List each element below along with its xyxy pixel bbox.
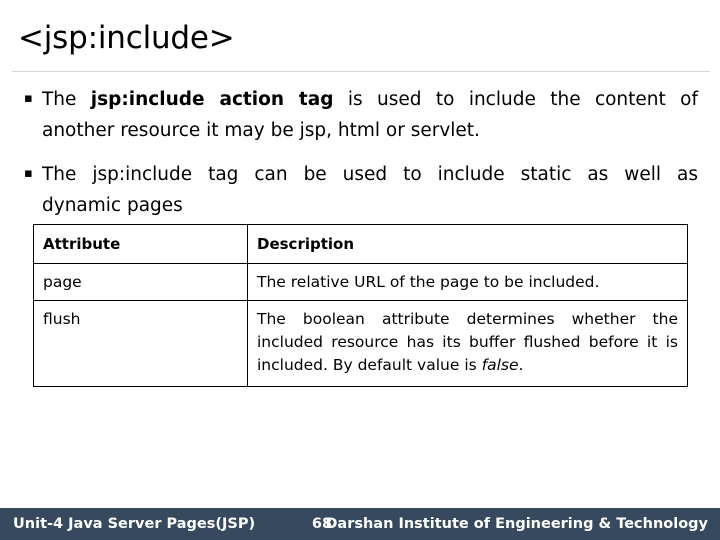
bullet-1-bold: jsp:include action tag [90,89,334,110]
description-flush-trailing-period: . [518,356,524,374]
bullet-2-line1: The jsp:include tag can be used to inclu… [42,164,698,185]
bullet-1-pre: The [42,89,91,110]
bullet-1-post: is used to include the content of [333,89,698,110]
title-divider [12,71,710,72]
description-flush-line-2: included resource has its buffer flushed… [257,333,678,351]
square-bullet-icon: ▪ [24,91,33,106]
slide-canvas: <jsp:include> ▪ The jsp:include action t… [0,0,720,540]
description-flush-line-3-text: included. By default value is [257,356,482,374]
description-flush-line-3: included. By default value is false. [257,354,678,377]
column-header-attribute: Attribute [33,224,248,264]
bullet-item-2: ▪ The jsp:include tag can be used to inc… [22,159,698,221]
cell-description-flush: The boolean attribute determines whether… [247,300,688,387]
attributes-table: Attribute Description page The relative … [33,224,688,387]
bullet-item-1: ▪ The jsp:include action tag is used to … [22,84,698,146]
table-row: flush The boolean attribute determines w… [33,300,688,387]
square-bullet-icon: ▪ [24,166,33,181]
description-page-line-1: The relative URL of the page to be inclu… [257,273,600,291]
cell-attribute-page: page [33,263,248,301]
column-header-description: Description [247,224,688,264]
cell-description-page: The relative URL of the page to be inclu… [247,263,688,301]
table-header-row: Attribute Description [33,224,688,264]
bullet-item-2-text: The jsp:include tag can be used to inclu… [42,159,698,221]
bullet-2-line2: dynamic pages [42,195,183,216]
footer-unit-label: Unit-4 Java Server Pages(JSP) [13,516,256,532]
footer-institute-label: Darshan Institute of Engineering & Techn… [325,516,708,532]
cell-attribute-flush: flush [33,300,248,387]
page-title: <jsp:include> [18,20,235,56]
description-flush-line-1: The boolean attribute determines whether… [257,310,678,328]
bullet-1-line2: another resource it may be jsp, html or … [42,120,480,141]
table-row: page The relative URL of the page to be … [33,263,688,301]
bullet-item-1-text: The jsp:include action tag is used to in… [42,84,698,146]
description-flush-italic-value: false [481,356,519,374]
